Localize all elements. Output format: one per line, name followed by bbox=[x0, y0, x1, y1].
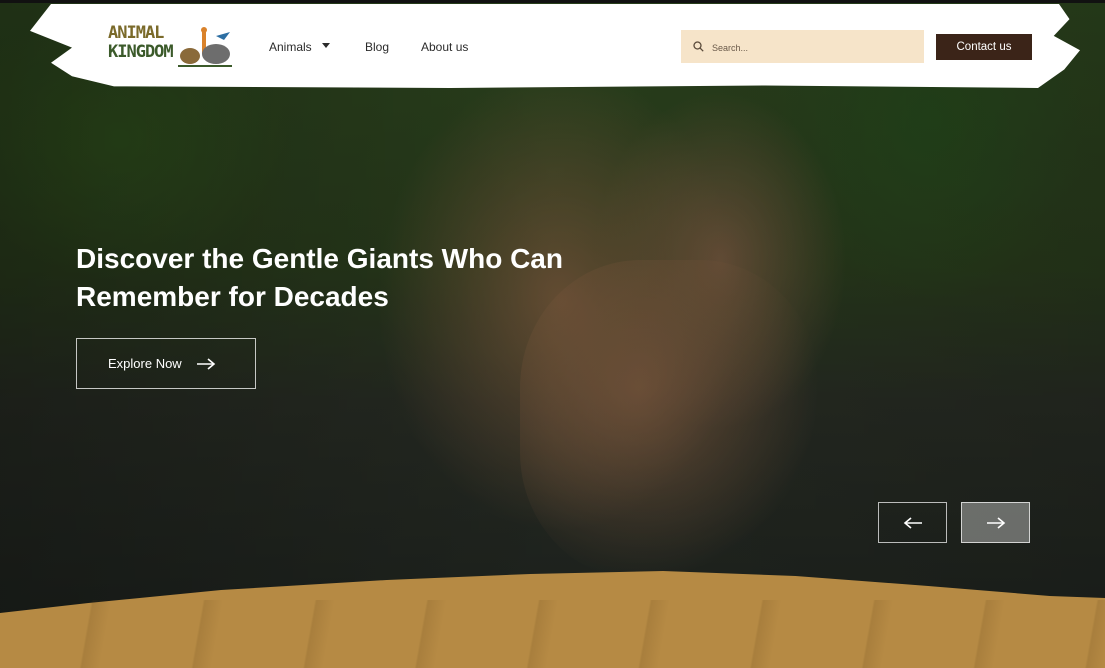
nav-animals[interactable]: Animals bbox=[269, 40, 312, 54]
nav-about-us[interactable]: About us bbox=[421, 40, 468, 54]
slider-next-button[interactable] bbox=[961, 502, 1030, 543]
search-icon bbox=[693, 41, 704, 52]
slider-prev-button[interactable] bbox=[878, 502, 947, 543]
explore-now-button[interactable]: Explore Now bbox=[76, 338, 256, 389]
arrow-right-icon bbox=[196, 357, 215, 370]
logo[interactable]: ANIMAL KINGDOM bbox=[108, 24, 234, 70]
arrow-left-icon bbox=[903, 516, 922, 529]
search-input[interactable] bbox=[710, 38, 914, 58]
explore-now-label: Explore Now bbox=[108, 356, 182, 371]
chevron-down-icon[interactable] bbox=[322, 43, 330, 48]
hero-background bbox=[0, 0, 1105, 668]
arrow-right-icon bbox=[986, 516, 1005, 529]
contact-us-button[interactable]: Contact us bbox=[936, 34, 1032, 60]
animals-illustration-icon bbox=[178, 27, 232, 67]
hero-headline-line2: Remember for Decades bbox=[76, 281, 389, 312]
nav-blog[interactable]: Blog bbox=[365, 40, 389, 54]
hero-headline: Discover the Gentle Giants Who Can Remem… bbox=[76, 240, 636, 316]
hero-headline-line1: Discover the Gentle Giants Who Can bbox=[76, 243, 563, 274]
